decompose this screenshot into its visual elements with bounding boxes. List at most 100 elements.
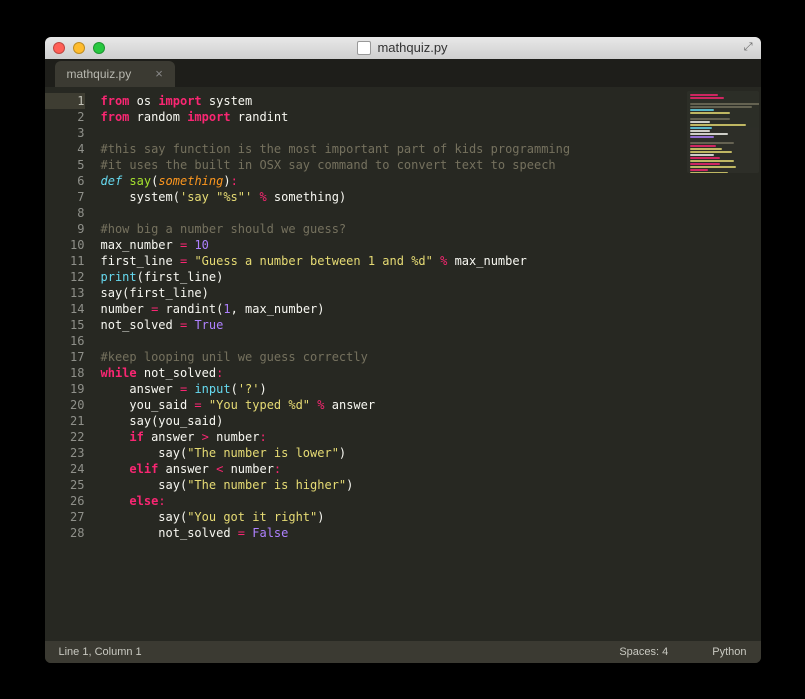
line-number: 26 [45,493,85,509]
tab-file[interactable]: mathquiz.py × [55,61,175,87]
line-number: 4 [45,141,85,157]
code-line[interactable]: while not_solved: [101,365,761,381]
minimap-line [690,148,722,150]
indent-setting[interactable]: Spaces: 4 [619,646,668,658]
code-line[interactable] [101,333,761,349]
code-line[interactable] [101,205,761,221]
minimap-line [690,121,710,123]
line-number: 8 [45,205,85,221]
code-line[interactable]: say("The number is higher") [101,477,761,493]
minimap-line [690,130,710,132]
minimap-line [690,163,720,165]
code-line[interactable]: say(first_line) [101,285,761,301]
minimap-line [690,112,730,114]
minimap-line [690,124,746,126]
code-area[interactable]: from os import systemfrom random import … [95,87,761,641]
minimap-line [690,94,718,96]
code-line[interactable]: else: [101,493,761,509]
minimap-line [690,160,734,162]
code-line[interactable]: say("You got it right") [101,509,761,525]
code-line[interactable]: elif answer < number: [101,461,761,477]
tab-label: mathquiz.py [67,67,132,81]
code-line[interactable]: you_said = "You typed %d" % answer [101,397,761,413]
minimap-line [690,142,734,144]
code-line[interactable]: not_solved = True [101,317,761,333]
line-number: 14 [45,301,85,317]
code-line[interactable]: say("The number is lower") [101,445,761,461]
code-line[interactable]: print(first_line) [101,269,761,285]
minimap-line [690,151,732,153]
line-number: 11 [45,253,85,269]
minimize-icon[interactable] [73,42,85,54]
document-icon [357,41,371,55]
minimap-line [690,103,759,105]
line-number: 17 [45,349,85,365]
status-bar: Line 1, Column 1 Spaces: 4 Python [45,641,761,663]
minimap-line [690,127,712,129]
line-number: 9 [45,221,85,237]
line-number: 6 [45,173,85,189]
line-number-gutter: 1234567891011121314151617181920212223242… [45,87,95,641]
minimap-line [690,106,752,108]
code-line[interactable] [101,125,761,141]
line-number: 1 [45,93,85,109]
line-number: 19 [45,381,85,397]
line-number: 25 [45,477,85,493]
minimap-line [690,136,714,138]
line-number: 15 [45,317,85,333]
line-number: 23 [45,445,85,461]
line-number: 27 [45,509,85,525]
line-number: 21 [45,413,85,429]
minimap-line [690,109,714,111]
code-line[interactable]: #this say function is the most important… [101,141,761,157]
code-line[interactable]: #how big a number should we guess? [101,221,761,237]
minimap-line [690,97,724,99]
line-number: 22 [45,429,85,445]
code-line[interactable]: answer = input('?') [101,381,761,397]
editor[interactable]: 1234567891011121314151617181920212223242… [45,87,761,641]
app-window: mathquiz.py ⤢ mathquiz.py × 123456789101… [45,37,761,663]
minimap-line [690,172,728,173]
code-line[interactable]: say(you_said) [101,413,761,429]
line-number: 16 [45,333,85,349]
minimap-line [690,118,730,120]
minimap-line [690,145,716,147]
line-number: 2 [45,109,85,125]
code-line[interactable]: max_number = 10 [101,237,761,253]
close-icon[interactable] [53,42,65,54]
code-line[interactable]: not_solved = False [101,525,761,541]
tab-bar: mathquiz.py × [45,59,761,87]
zoom-icon[interactable] [93,42,105,54]
cursor-position[interactable]: Line 1, Column 1 [59,646,142,658]
code-line[interactable]: #it uses the built in OSX say command to… [101,157,761,173]
minimap-line [690,166,736,168]
code-line[interactable]: first_line = "Guess a number between 1 a… [101,253,761,269]
minimap-line [690,133,728,135]
line-number: 7 [45,189,85,205]
line-number: 18 [45,365,85,381]
line-number: 3 [45,125,85,141]
line-number: 12 [45,269,85,285]
code-line[interactable]: if answer > number: [101,429,761,445]
window-controls [53,42,105,54]
code-line[interactable]: system('say "%s"' % something) [101,189,761,205]
line-number: 20 [45,397,85,413]
code-line[interactable]: from os import system [101,93,761,109]
line-number: 28 [45,525,85,541]
code-line[interactable]: number = randint(1, max_number) [101,301,761,317]
line-number: 24 [45,461,85,477]
titlebar[interactable]: mathquiz.py ⤢ [45,37,761,59]
syntax-setting[interactable]: Python [712,646,746,658]
minimap-line [690,154,714,156]
code-line[interactable]: #keep looping unil we guess correctly [101,349,761,365]
window-title: mathquiz.py [377,40,447,55]
line-number: 10 [45,237,85,253]
code-line[interactable]: from random import randint [101,109,761,125]
minimap-line [690,169,708,171]
fullscreen-icon[interactable]: ⤢ [744,41,753,54]
code-line[interactable]: def say(something): [101,173,761,189]
close-icon[interactable]: × [155,66,163,81]
minimap[interactable] [687,91,759,173]
line-number: 5 [45,157,85,173]
line-number: 13 [45,285,85,301]
